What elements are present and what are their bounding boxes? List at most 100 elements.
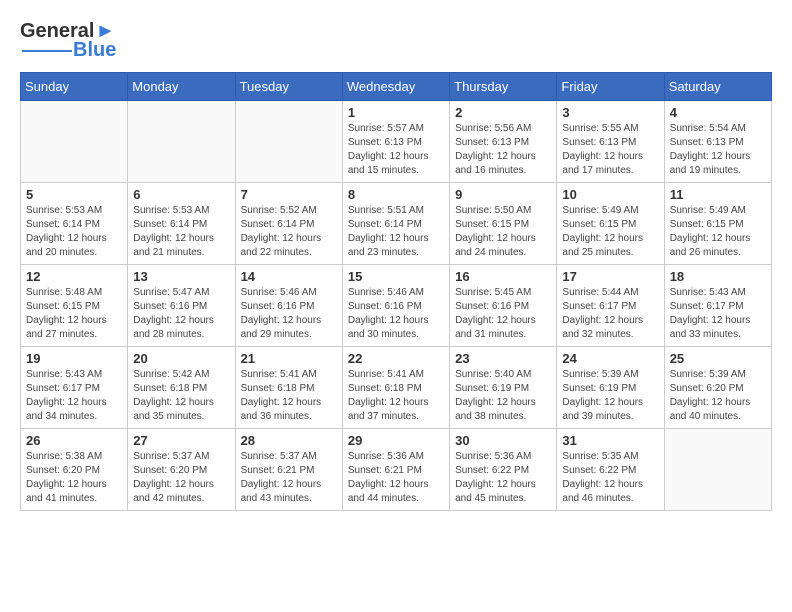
calendar-cell: 26 Sunrise: 5:38 AMSunset: 6:20 PMDayligh… bbox=[21, 429, 128, 511]
day-number: 16 bbox=[455, 269, 551, 284]
calendar-cell: 31 Sunrise: 5:35 AMSunset: 6:22 PMDayligh… bbox=[557, 429, 664, 511]
calendar-cell: 15 Sunrise: 5:46 AMSunset: 6:16 PMDayligh… bbox=[342, 265, 449, 347]
calendar-cell: 20 Sunrise: 5:42 AMSunset: 6:18 PMDayligh… bbox=[128, 347, 235, 429]
calendar-cell: 25 Sunrise: 5:39 AMSunset: 6:20 PMDayligh… bbox=[664, 347, 771, 429]
weekday-header-row: SundayMondayTuesdayWednesdayThursdayFrid… bbox=[21, 73, 772, 101]
day-info: Sunrise: 5:44 AMSunset: 6:17 PMDaylight:… bbox=[562, 286, 658, 342]
day-info: Sunrise: 5:45 AMSunset: 6:16 PMDaylight:… bbox=[455, 286, 551, 342]
day-info: Sunrise: 5:36 AMSunset: 6:21 PMDaylight:… bbox=[348, 450, 444, 506]
day-number: 24 bbox=[562, 351, 658, 366]
calendar-cell: 12 Sunrise: 5:48 AMSunset: 6:15 PMDayligh… bbox=[21, 265, 128, 347]
calendar-cell: 10 Sunrise: 5:49 AMSunset: 6:15 PMDayligh… bbox=[557, 183, 664, 265]
day-number: 27 bbox=[133, 433, 229, 448]
day-number: 30 bbox=[455, 433, 551, 448]
calendar-cell bbox=[21, 101, 128, 183]
day-number: 11 bbox=[670, 187, 766, 202]
calendar-cell: 17 Sunrise: 5:44 AMSunset: 6:17 PMDayligh… bbox=[557, 265, 664, 347]
calendar-cell: 5Sunrise: 5:53 AMSunset: 6:14 PMDaylight… bbox=[21, 183, 128, 265]
day-info: Sunrise: 5:43 AMSunset: 6:17 PMDaylight:… bbox=[26, 368, 122, 424]
calendar-cell: 7 Sunrise: 5:52 AMSunset: 6:14 PMDaylight… bbox=[235, 183, 342, 265]
day-info: Sunrise: 5:49 AMSunset: 6:15 PMDaylight:… bbox=[670, 204, 766, 260]
calendar-cell: 4 Sunrise: 5:54 AMSunset: 6:13 PMDaylight… bbox=[664, 101, 771, 183]
day-info: Sunrise: 5:47 AMSunset: 6:16 PMDaylight:… bbox=[133, 286, 229, 342]
page-header: General ► Blue bbox=[20, 20, 772, 62]
calendar-cell: 27 Sunrise: 5:37 AMSunset: 6:20 PMDayligh… bbox=[128, 429, 235, 511]
calendar-cell: 8Sunrise: 5:51 AMSunset: 6:14 PMDaylight… bbox=[342, 183, 449, 265]
calendar-cell bbox=[664, 429, 771, 511]
weekday-header-monday: Monday bbox=[128, 73, 235, 101]
weekday-header-sunday: Sunday bbox=[21, 73, 128, 101]
calendar-cell bbox=[128, 101, 235, 183]
day-info: Sunrise: 5:50 AMSunset: 6:15 PMDaylight:… bbox=[455, 204, 551, 260]
day-info: Sunrise: 5:42 AMSunset: 6:18 PMDaylight:… bbox=[133, 368, 229, 424]
calendar-week-2: 5Sunrise: 5:53 AMSunset: 6:14 PMDaylight… bbox=[21, 183, 772, 265]
day-number: 2 bbox=[455, 105, 551, 120]
calendar-cell: 11 Sunrise: 5:49 AMSunset: 6:15 PMDayligh… bbox=[664, 183, 771, 265]
day-number: 13 bbox=[133, 269, 229, 284]
day-info: Sunrise: 5:40 AMSunset: 6:19 PMDaylight:… bbox=[455, 368, 551, 424]
calendar-cell: 19 Sunrise: 5:43 AMSunset: 6:17 PMDayligh… bbox=[21, 347, 128, 429]
calendar-cell: 2 Sunrise: 5:56 AMSunset: 6:13 PMDaylight… bbox=[450, 101, 557, 183]
logo-blue-text: Blue bbox=[73, 39, 116, 62]
day-info: Sunrise: 5:37 AMSunset: 6:21 PMDaylight:… bbox=[241, 450, 337, 506]
calendar-cell: 30Sunrise: 5:36 AMSunset: 6:22 PMDayligh… bbox=[450, 429, 557, 511]
calendar-cell: 6Sunrise: 5:53 AMSunset: 6:14 PMDaylight… bbox=[128, 183, 235, 265]
day-info: Sunrise: 5:41 AMSunset: 6:18 PMDaylight:… bbox=[348, 368, 444, 424]
calendar-cell: 13 Sunrise: 5:47 AMSunset: 6:16 PMDayligh… bbox=[128, 265, 235, 347]
day-number: 7 bbox=[241, 187, 337, 202]
day-info: Sunrise: 5:51 AMSunset: 6:14 PMDaylight:… bbox=[348, 204, 444, 260]
day-number: 23 bbox=[455, 351, 551, 366]
calendar-cell: 21 Sunrise: 5:41 AMSunset: 6:18 PMDayligh… bbox=[235, 347, 342, 429]
day-number: 6 bbox=[133, 187, 229, 202]
day-info: Sunrise: 5:39 AMSunset: 6:20 PMDaylight:… bbox=[670, 368, 766, 424]
day-number: 21 bbox=[241, 351, 337, 366]
day-info: Sunrise: 5:52 AMSunset: 6:14 PMDaylight:… bbox=[241, 204, 337, 260]
day-number: 29 bbox=[348, 433, 444, 448]
day-number: 31 bbox=[562, 433, 658, 448]
day-info: Sunrise: 5:49 AMSunset: 6:15 PMDaylight:… bbox=[562, 204, 658, 260]
day-number: 22 bbox=[348, 351, 444, 366]
day-info: Sunrise: 5:35 AMSunset: 6:22 PMDaylight:… bbox=[562, 450, 658, 506]
logo: General ► Blue bbox=[20, 20, 116, 62]
weekday-header-tuesday: Tuesday bbox=[235, 73, 342, 101]
calendar-week-5: 26 Sunrise: 5:38 AMSunset: 6:20 PMDayligh… bbox=[21, 429, 772, 511]
calendar-cell: 18 Sunrise: 5:43 AMSunset: 6:17 PMDayligh… bbox=[664, 265, 771, 347]
weekday-header-wednesday: Wednesday bbox=[342, 73, 449, 101]
day-number: 14 bbox=[241, 269, 337, 284]
day-number: 12 bbox=[26, 269, 122, 284]
day-info: Sunrise: 5:41 AMSunset: 6:18 PMDaylight:… bbox=[241, 368, 337, 424]
calendar-cell: 28 Sunrise: 5:37 AMSunset: 6:21 PMDayligh… bbox=[235, 429, 342, 511]
day-info: Sunrise: 5:46 AMSunset: 6:16 PMDaylight:… bbox=[241, 286, 337, 342]
day-info: Sunrise: 5:46 AMSunset: 6:16 PMDaylight:… bbox=[348, 286, 444, 342]
day-number: 28 bbox=[241, 433, 337, 448]
calendar-cell: 16 Sunrise: 5:45 AMSunset: 6:16 PMDayligh… bbox=[450, 265, 557, 347]
day-number: 25 bbox=[670, 351, 766, 366]
day-number: 3 bbox=[562, 105, 658, 120]
day-number: 18 bbox=[670, 269, 766, 284]
day-number: 19 bbox=[26, 351, 122, 366]
day-info: Sunrise: 5:53 AMSunset: 6:14 PMDaylight:… bbox=[26, 204, 122, 260]
day-info: Sunrise: 5:55 AMSunset: 6:13 PMDaylight:… bbox=[562, 122, 658, 178]
day-info: Sunrise: 5:43 AMSunset: 6:17 PMDaylight:… bbox=[670, 286, 766, 342]
calendar-cell: 9 Sunrise: 5:50 AMSunset: 6:15 PMDaylight… bbox=[450, 183, 557, 265]
day-number: 20 bbox=[133, 351, 229, 366]
calendar-cell bbox=[235, 101, 342, 183]
calendar-cell: 3 Sunrise: 5:55 AMSunset: 6:13 PMDaylight… bbox=[557, 101, 664, 183]
day-info: Sunrise: 5:37 AMSunset: 6:20 PMDaylight:… bbox=[133, 450, 229, 506]
day-number: 10 bbox=[562, 187, 658, 202]
calendar-cell: 23 Sunrise: 5:40 AMSunset: 6:19 PMDayligh… bbox=[450, 347, 557, 429]
day-number: 4 bbox=[670, 105, 766, 120]
day-info: Sunrise: 5:38 AMSunset: 6:20 PMDaylight:… bbox=[26, 450, 122, 506]
day-number: 15 bbox=[348, 269, 444, 284]
calendar-week-3: 12 Sunrise: 5:48 AMSunset: 6:15 PMDayligh… bbox=[21, 265, 772, 347]
day-info: Sunrise: 5:39 AMSunset: 6:19 PMDaylight:… bbox=[562, 368, 658, 424]
day-info: Sunrise: 5:48 AMSunset: 6:15 PMDaylight:… bbox=[26, 286, 122, 342]
day-number: 17 bbox=[562, 269, 658, 284]
calendar-cell: 1Sunrise: 5:57 AMSunset: 6:13 PMDaylight… bbox=[342, 101, 449, 183]
day-info: Sunrise: 5:54 AMSunset: 6:13 PMDaylight:… bbox=[670, 122, 766, 178]
day-number: 9 bbox=[455, 187, 551, 202]
day-number: 26 bbox=[26, 433, 122, 448]
calendar-cell: 29 Sunrise: 5:36 AMSunset: 6:21 PMDayligh… bbox=[342, 429, 449, 511]
calendar-cell: 14 Sunrise: 5:46 AMSunset: 6:16 PMDayligh… bbox=[235, 265, 342, 347]
day-info: Sunrise: 5:56 AMSunset: 6:13 PMDaylight:… bbox=[455, 122, 551, 178]
